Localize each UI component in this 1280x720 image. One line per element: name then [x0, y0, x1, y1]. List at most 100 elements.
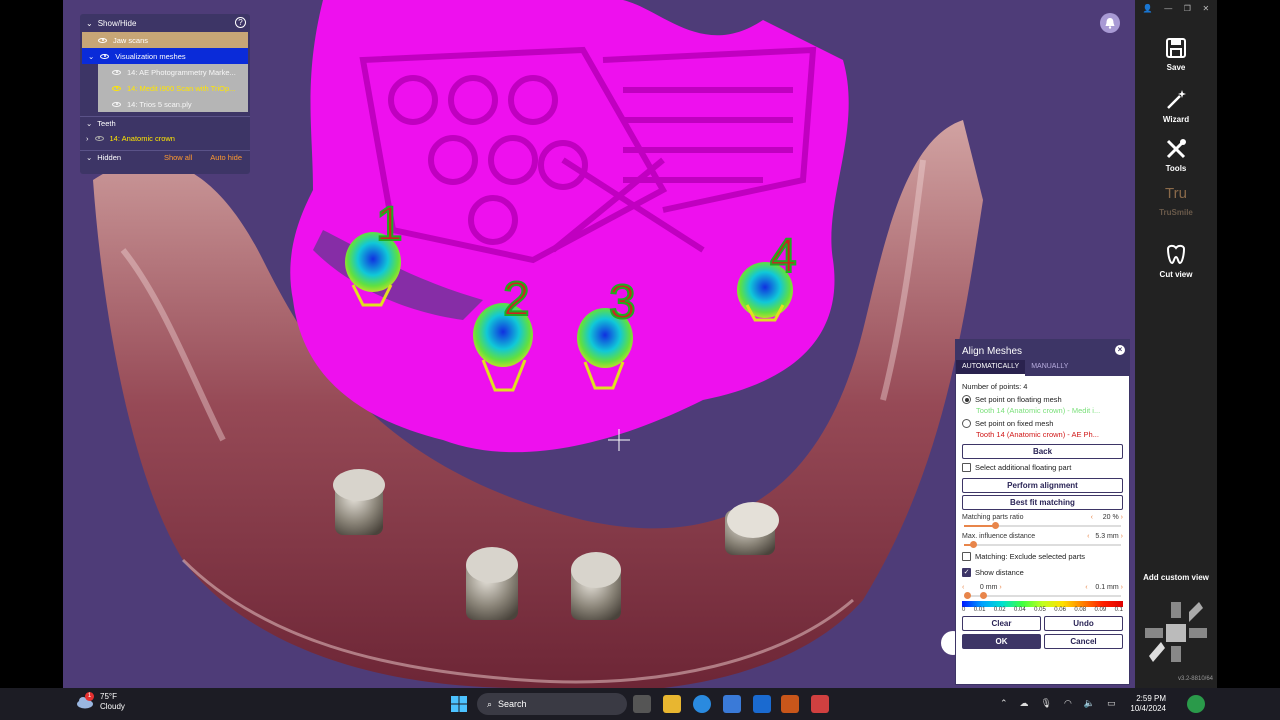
back-button[interactable]: Back: [962, 444, 1123, 459]
view-cube-icon[interactable]: [1143, 598, 1209, 666]
floating-mesh-option[interactable]: Set point on floating mesh: [956, 393, 1129, 406]
decrease-icon[interactable]: ‹: [962, 584, 964, 591]
abutment-2: [466, 547, 518, 620]
battery-icon[interactable]: ▭: [1107, 698, 1116, 709]
matching-ratio-slider[interactable]: [964, 522, 1121, 529]
exclude-label: Matching: Exclude selected parts: [975, 552, 1086, 561]
notification-bell-icon[interactable]: [1100, 13, 1120, 33]
scale-tick: 0.02: [993, 607, 1006, 613]
decrease-icon[interactable]: ‹: [1085, 584, 1087, 591]
exclude-option[interactable]: Matching: Exclude selected parts: [956, 550, 1129, 563]
volume-icon[interactable]: 🔈: [1084, 698, 1095, 709]
trusmile-button[interactable]: Tru TruSmile: [1135, 185, 1217, 217]
close-icon[interactable]: ✕: [1203, 4, 1210, 13]
minimize-icon[interactable]: —: [1164, 4, 1172, 13]
cancel-button[interactable]: Cancel: [1044, 634, 1123, 649]
taskbar-search[interactable]: ⌕ Search: [477, 693, 627, 715]
chevron-down-icon[interactable]: ⌄: [86, 19, 93, 28]
microphone-icon[interactable]: 🎙: [1041, 698, 1052, 709]
weather-widget[interactable]: 1 75°F Cloudy: [76, 692, 125, 712]
wizard-button[interactable]: Wizard: [1135, 88, 1217, 124]
search-label: Search: [498, 699, 527, 709]
decrease-icon[interactable]: ‹: [1091, 514, 1093, 521]
clock[interactable]: 2:59 PM 10/4/2024: [1120, 694, 1166, 714]
decrease-icon[interactable]: ‹: [1087, 533, 1089, 540]
edge-browser-icon[interactable]: [693, 695, 711, 713]
matching-ratio-row: Matching parts ratio ‹ 20 % ›: [956, 512, 1129, 523]
visualization-meshes-row[interactable]: ⌄ Visualization meshes: [82, 48, 248, 64]
checkbox-checked-icon[interactable]: ✓: [962, 568, 971, 577]
exocad-icon[interactable]: [781, 695, 799, 713]
mesh-item[interactable]: 14: Medit i900 Scan with TriOp...: [98, 80, 248, 96]
eye-icon[interactable]: [94, 135, 104, 141]
show-distance-label: Show distance: [975, 568, 1024, 577]
teeth-section-header[interactable]: ⌄ Teeth: [80, 116, 250, 130]
tools-button[interactable]: Tools: [1135, 137, 1217, 173]
eye-hidden-icon[interactable]: [98, 37, 107, 43]
chevron-down-icon[interactable]: ⌄: [86, 119, 92, 128]
onedrive-icon[interactable]: ☁: [1020, 698, 1029, 709]
user-icon[interactable]: 👤: [1143, 4, 1153, 13]
tab-automatically[interactable]: AUTOMATICALLY: [956, 360, 1026, 376]
copilot-icon[interactable]: [1187, 695, 1205, 713]
chevron-up-icon[interactable]: ⌃: [1000, 698, 1008, 709]
scale-tick: 0.09: [1094, 607, 1107, 613]
wizard-label: Wizard: [1162, 115, 1190, 124]
show-distance-option[interactable]: ✓ Show distance: [956, 566, 1129, 579]
outlook-icon[interactable]: [753, 695, 771, 713]
ok-button[interactable]: OK: [962, 634, 1041, 649]
windows-start-icon[interactable]: [450, 695, 468, 713]
close-icon[interactable]: ×: [1115, 345, 1125, 355]
fixed-mesh-option[interactable]: Set point on fixed mesh: [956, 417, 1129, 430]
show-all-link[interactable]: Show all: [164, 153, 192, 162]
perform-alignment-button[interactable]: Perform alignment: [962, 478, 1123, 493]
abutment-1: [333, 469, 385, 535]
cut-view-button[interactable]: Cut view: [1135, 243, 1217, 279]
eye-icon[interactable]: [112, 101, 121, 107]
increase-icon[interactable]: ›: [999, 584, 1001, 591]
chevron-down-icon[interactable]: ⌄: [86, 153, 92, 162]
marker-3: 3: [609, 276, 636, 329]
jaw-scans-row[interactable]: Jaw scans: [82, 32, 248, 48]
add-custom-view-label: Add custom view: [1143, 573, 1209, 582]
store-icon[interactable]: [723, 695, 741, 713]
best-fit-button[interactable]: Best fit matching: [962, 495, 1123, 510]
scale-labels: 0 0.01 0.02 0.04 0.05 0.06 0.08 0.09 0.1: [962, 607, 1123, 613]
app-icon[interactable]: [811, 695, 829, 713]
influence-slider[interactable]: [964, 541, 1121, 548]
eye-icon[interactable]: [100, 53, 110, 59]
eye-icon[interactable]: [112, 85, 121, 91]
mesh-item[interactable]: 14: Trios 5 scan.ply: [98, 96, 248, 112]
tooth-item[interactable]: › 14: Anatomic crown: [80, 130, 250, 146]
undo-button[interactable]: Undo: [1044, 616, 1123, 631]
clear-button[interactable]: Clear: [962, 616, 1041, 631]
increase-icon[interactable]: ›: [1121, 514, 1123, 521]
scale-tick: 0.05: [1034, 607, 1046, 613]
task-view-icon[interactable]: [633, 695, 651, 713]
eye-icon[interactable]: [112, 69, 121, 75]
hidden-row: ⌄ Hidden Show all Auto hide: [80, 150, 250, 164]
tab-manually[interactable]: MANUALLY: [1025, 360, 1074, 376]
help-icon[interactable]: ?: [235, 17, 246, 28]
checkbox-icon[interactable]: [962, 463, 971, 472]
marker-2: 2: [503, 273, 530, 326]
matching-ratio-label: Matching parts ratio: [962, 514, 1024, 521]
save-button[interactable]: Save: [1135, 36, 1217, 72]
radio-selected-icon[interactable]: [962, 395, 971, 404]
file-explorer-icon[interactable]: [663, 695, 681, 713]
chevron-right-icon[interactable]: ›: [86, 134, 89, 143]
auto-hide-link[interactable]: Auto hide: [210, 153, 242, 162]
select-additional-option[interactable]: Select additional floating part: [956, 461, 1129, 474]
checkbox-icon[interactable]: [962, 552, 971, 561]
distance-range-slider[interactable]: [964, 592, 1121, 599]
radio-icon[interactable]: [962, 419, 971, 428]
marker-4: 4: [770, 230, 797, 283]
add-custom-view-button[interactable]: Add custom view: [1135, 573, 1217, 582]
increase-icon[interactable]: ›: [1121, 584, 1123, 591]
wifi-icon[interactable]: ◠: [1064, 698, 1072, 709]
increase-icon[interactable]: ›: [1121, 533, 1123, 540]
chevron-down-icon[interactable]: ⌄: [88, 52, 94, 61]
visualization-meshes-label: Visualization meshes: [115, 51, 186, 61]
restore-icon[interactable]: ❐: [1184, 4, 1191, 13]
mesh-item[interactable]: 14: AE Photogrammetry Marke...: [98, 64, 248, 80]
